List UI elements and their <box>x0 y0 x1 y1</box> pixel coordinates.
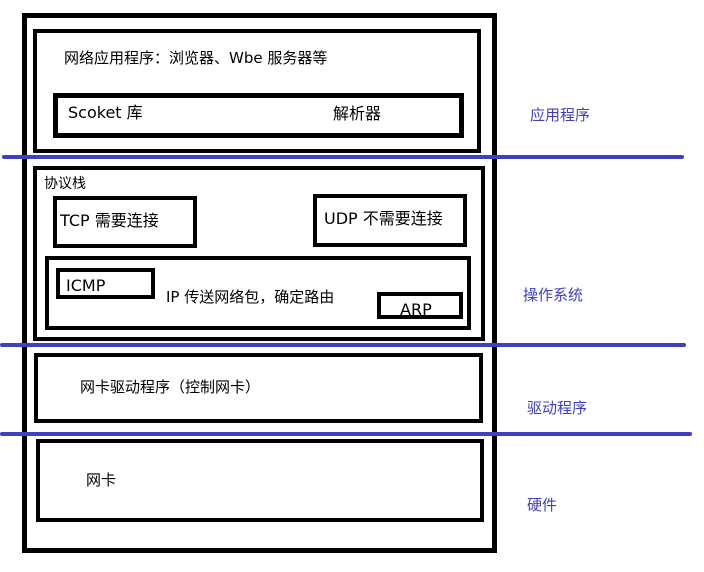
layer-label-driver: 驱动程序 <box>527 399 588 417</box>
divider-line-os-driver <box>0 343 686 347</box>
resolver-label: 解析器 <box>333 104 382 123</box>
divider-line-driver-hardware <box>0 432 692 436</box>
tcp-label: TCP 需要连接 <box>60 211 159 230</box>
arp-label: ARP <box>400 300 432 319</box>
protocol-stack-title: 协议栈 <box>44 176 86 192</box>
udp-label: UDP 不需要连接 <box>324 209 443 228</box>
layer-label-os: 操作系统 <box>523 286 584 304</box>
hardware-label: 网卡 <box>86 471 117 489</box>
application-title: 网络应用程序：浏览器、Wbe 服务器等 <box>64 49 328 67</box>
layer-label-application: 应用程序 <box>530 106 591 124</box>
layer-label-hardware: 硬件 <box>527 496 558 514</box>
icmp-label: ICMP <box>66 276 106 295</box>
driver-label: 网卡驱动程序（控制网卡） <box>80 378 261 396</box>
divider-line-application-os <box>2 155 684 159</box>
ip-label: IP 传送网络包，确定路由 <box>166 288 335 306</box>
socket-library-label: Scoket 库 <box>68 103 143 122</box>
